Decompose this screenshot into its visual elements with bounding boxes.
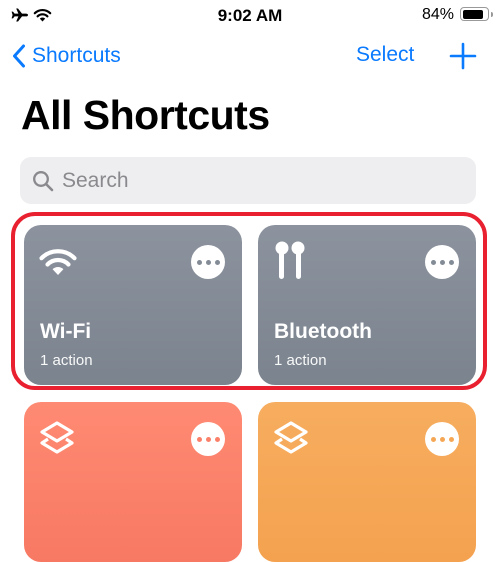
back-button[interactable]: Shortcuts xyxy=(12,41,121,71)
shortcut-card-3[interactable] xyxy=(24,402,242,562)
shortcuts-icon xyxy=(274,421,308,454)
battery-percent: 84% xyxy=(421,6,454,23)
shortcut-card-4[interactable] xyxy=(258,402,476,562)
page-title: All Shortcuts xyxy=(21,92,270,138)
wifi-icon xyxy=(39,249,77,275)
search-icon xyxy=(33,170,54,191)
more-options-button[interactable] xyxy=(191,422,225,456)
select-button[interactable]: Select xyxy=(356,43,414,67)
back-button-label: Shortcuts xyxy=(32,44,121,67)
search-field[interactable]: Search xyxy=(20,157,476,204)
shortcuts-icon xyxy=(40,421,74,454)
airpods-icon xyxy=(275,241,305,279)
more-options-button[interactable] xyxy=(191,245,225,279)
more-dots-icon xyxy=(430,436,436,442)
more-dots-icon xyxy=(430,259,436,265)
battery-level xyxy=(462,9,483,19)
more-dots-icon xyxy=(196,259,202,265)
shortcut-card-bluetooth[interactable]: Bluetooth 1 action xyxy=(258,225,476,385)
status-bar: 9:02 AM 84% xyxy=(0,0,500,30)
add-shortcut-button[interactable] xyxy=(449,42,477,70)
shortcut-action-count: 1 action xyxy=(274,352,327,369)
more-options-button[interactable] xyxy=(425,422,459,456)
shortcut-name: Bluetooth xyxy=(274,320,372,343)
shortcut-name: Wi-Fi xyxy=(40,320,92,343)
chevron-left-icon xyxy=(13,44,25,68)
search-placeholder: Search xyxy=(62,168,129,192)
battery-icon xyxy=(460,7,493,21)
more-dots-icon xyxy=(196,436,202,442)
shortcut-action-count: 1 action xyxy=(40,352,93,369)
more-options-button[interactable] xyxy=(425,245,459,279)
shortcut-card-wifi[interactable]: Wi-Fi 1 action xyxy=(24,225,242,385)
